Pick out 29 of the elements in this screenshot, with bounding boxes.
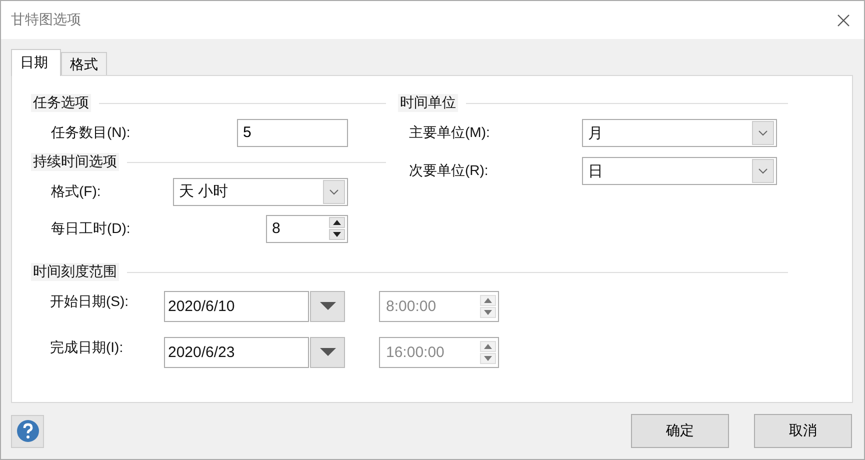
dropdown[interactable]: 日 <box>582 157 777 185</box>
spin-down-icon[interactable] <box>329 229 345 240</box>
input-field[interactable]: 5 <box>237 118 348 146</box>
chevron-down-icon[interactable] <box>752 159 774 183</box>
field-label: 开始日期(S): <box>49 293 130 311</box>
spin-field[interactable]: 8 <box>266 214 348 242</box>
field-label: 主要单位(M): <box>409 124 491 142</box>
chevron-down-icon[interactable] <box>752 121 774 145</box>
field-label: 任务数目(N): <box>51 124 130 142</box>
tab[interactable]: 格式 <box>61 52 107 76</box>
field-label: 完成日期(I): <box>49 339 124 357</box>
help-button[interactable] <box>11 414 44 448</box>
dialog-button[interactable]: 取消 <box>754 414 852 448</box>
group-heading: 任务选项 <box>31 94 91 112</box>
dropdown[interactable]: 天 小时 <box>173 178 348 206</box>
group-heading: 时间刻度范围 <box>31 263 119 281</box>
close-icon[interactable] <box>837 14 850 26</box>
tab[interactable]: 日期 <box>11 49 61 76</box>
help-icon <box>16 419 40 443</box>
dialog-button[interactable]: 确定 <box>631 414 729 448</box>
dropdown[interactable]: 月 <box>582 119 777 147</box>
chevron-down-icon[interactable] <box>323 180 345 204</box>
group-heading: 持续时间选项 <box>31 153 119 171</box>
field-label: 次要单位(R): <box>409 162 490 180</box>
field-label: 格式(F): <box>51 182 101 200</box>
spin-up-icon[interactable] <box>329 217 345 228</box>
field-label: 每日工时(D): <box>51 220 130 238</box>
window-title: 甘特图选项 <box>11 11 82 29</box>
group-heading: 时间单位 <box>398 94 458 112</box>
